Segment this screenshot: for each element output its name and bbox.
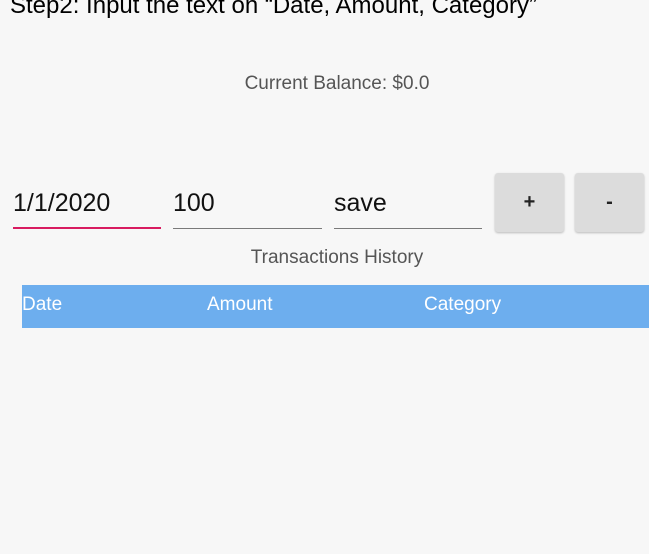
transactions-history-title: Transactions History [250, 247, 424, 268]
current-balance-label: Current Balance: $0.0 [244, 73, 430, 94]
add-expense-button[interactable]: - [575, 173, 644, 232]
category-input[interactable]: save [334, 185, 482, 229]
column-header-amount: Amount [207, 294, 273, 315]
column-header-category: Category [424, 294, 502, 315]
column-header-date: Date [22, 294, 63, 315]
add-income-button[interactable]: + [495, 173, 564, 232]
app-screen: Step2: Input the text on “Date, Amount, … [0, 0, 649, 554]
transactions-list [22, 328, 649, 554]
transactions-table-header: Date Amount Category [22, 285, 649, 328]
amount-input[interactable]: 100 [173, 185, 322, 229]
date-input[interactable]: 1/1/2020 [13, 185, 161, 229]
instruction-caption: Step2: Input the text on “Date, Amount, … [10, 0, 537, 19]
